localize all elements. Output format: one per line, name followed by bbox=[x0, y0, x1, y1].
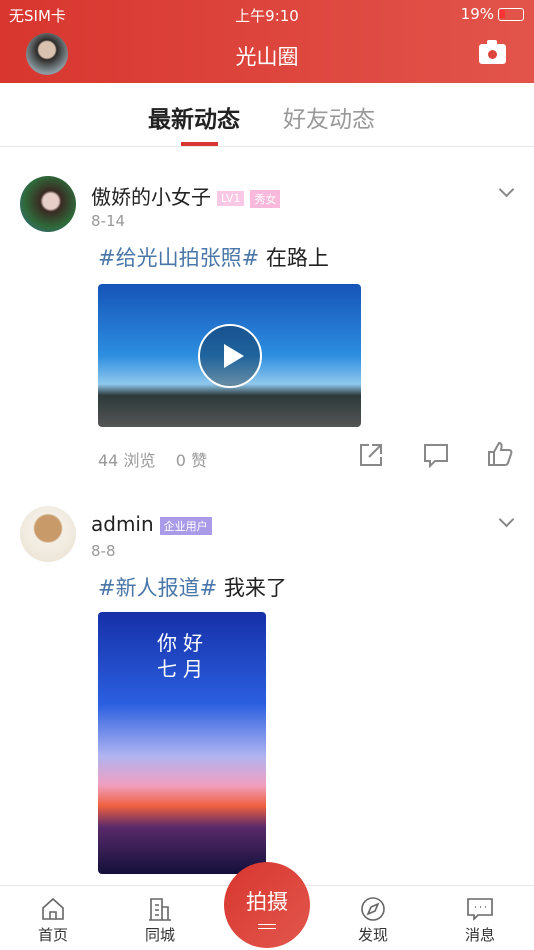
chevron-down-icon[interactable] bbox=[498, 181, 515, 198]
play-icon[interactable] bbox=[198, 324, 262, 388]
post-date: 8-14 bbox=[91, 212, 126, 230]
username[interactable]: 傲娇的小女子 bbox=[91, 185, 211, 209]
level-badge: LV1 bbox=[217, 191, 245, 206]
avatar[interactable] bbox=[20, 506, 76, 562]
chevron-down-icon[interactable] bbox=[498, 511, 515, 528]
active-tab-indicator bbox=[181, 142, 218, 146]
view-count: 44 浏览 bbox=[98, 451, 156, 470]
status-bar: 无SIM卡 上午9:10 19% bbox=[0, 4, 534, 26]
title-badge: 秀女 bbox=[250, 189, 281, 208]
camera-icon[interactable] bbox=[479, 40, 506, 64]
nav-messages[interactable]: 消息 bbox=[450, 896, 510, 945]
battery-percent: 19% bbox=[460, 5, 494, 23]
home-icon bbox=[42, 897, 64, 920]
header-bar: 无SIM卡 上午9:10 19% 光山圈 bbox=[0, 0, 534, 83]
clock: 上午9:10 bbox=[235, 7, 299, 25]
nav-discover[interactable]: 发现 bbox=[343, 896, 403, 945]
video-thumbnail[interactable] bbox=[98, 284, 361, 427]
compass-icon bbox=[361, 897, 385, 921]
post-text: 在路上 bbox=[265, 246, 329, 270]
post-image[interactable]: 你好 七月 bbox=[98, 612, 266, 874]
nav-city[interactable]: 同城 bbox=[130, 896, 190, 945]
nav-home[interactable]: 首页 bbox=[23, 896, 83, 945]
poster-title: 你好 七月 bbox=[157, 631, 209, 681]
like-count: 0 赞 bbox=[175, 451, 208, 470]
username[interactable]: admin bbox=[91, 512, 154, 536]
avatar[interactable] bbox=[20, 176, 76, 232]
enterprise-badge: 企业用户 bbox=[159, 516, 212, 535]
feed-tabs: 最新动态 好友动态 bbox=[0, 83, 534, 147]
topic-tag[interactable]: #新人报道# bbox=[98, 576, 217, 600]
share-icon[interactable] bbox=[358, 442, 384, 468]
post-date: 8-8 bbox=[91, 542, 116, 560]
page-title: 光山圈 bbox=[235, 45, 299, 69]
topic-tag[interactable]: #给光山拍张照# bbox=[98, 246, 259, 270]
battery-icon bbox=[498, 7, 524, 21]
tab-friends[interactable]: 好友动态 bbox=[283, 100, 375, 134]
tab-latest[interactable]: 最新动态 bbox=[148, 100, 240, 134]
like-icon[interactable] bbox=[486, 440, 514, 468]
comment-icon[interactable] bbox=[422, 442, 450, 468]
message-icon bbox=[467, 898, 493, 921]
post-text: 我来了 bbox=[223, 576, 287, 600]
building-icon bbox=[149, 898, 171, 921]
shoot-button[interactable]: 拍摄 bbox=[224, 862, 310, 948]
menu-icon bbox=[258, 924, 276, 929]
